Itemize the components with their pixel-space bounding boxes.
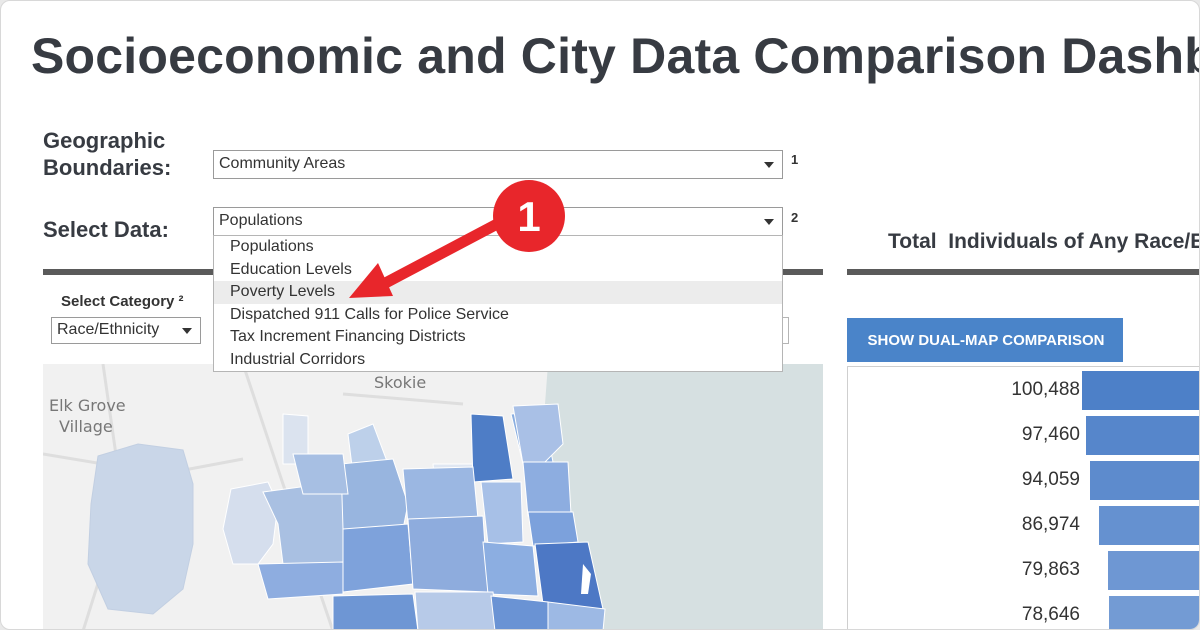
- bar[interactable]: [1109, 596, 1199, 629]
- map-region: [482, 541, 539, 597]
- map-label-village: Village: [59, 417, 113, 436]
- select-data-value: Populations: [219, 212, 303, 229]
- map-region: [522, 461, 572, 517]
- bar[interactable]: [1082, 371, 1199, 410]
- map-region: [490, 595, 549, 629]
- bar-value-label: 79,863: [1021, 559, 1080, 580]
- map-region: [414, 591, 499, 629]
- bar-value-label: 97,460: [1021, 424, 1080, 445]
- bar-value-label: 94,059: [1021, 469, 1080, 490]
- geo-footnote: 1: [791, 152, 799, 167]
- geographic-boundaries-value: Community Areas: [219, 155, 346, 172]
- select-data-option[interactable]: Education Levels: [214, 259, 782, 282]
- select-data-option[interactable]: Industrial Corridors: [214, 349, 782, 372]
- map-label-skokie: Skokie: [374, 373, 426, 392]
- map-region: [340, 458, 409, 530]
- map-region: [480, 481, 524, 545]
- bar[interactable]: [1086, 416, 1199, 455]
- category-value: Race/Ethnicity: [57, 321, 160, 338]
- map-region: [407, 515, 489, 593]
- map-region: [87, 443, 194, 615]
- map-region: [257, 561, 344, 600]
- select-data-option[interactable]: Populations: [214, 236, 782, 259]
- bar[interactable]: [1090, 461, 1199, 500]
- select-data-option[interactable]: Tax Increment Financing Districts: [214, 326, 782, 349]
- geographic-boundaries-select[interactable]: Community Areas: [213, 150, 783, 179]
- bar-value-label: 78,646: [1021, 604, 1080, 625]
- map-region: [470, 413, 514, 483]
- map-region: [527, 511, 579, 547]
- select-data-option[interactable]: Poverty Levels: [214, 281, 782, 304]
- geographic-boundaries-label: Geographic Boundaries:: [43, 128, 172, 180]
- category-select[interactable]: Race/Ethnicity: [51, 317, 201, 344]
- chevron-down-icon: [764, 219, 774, 225]
- bar[interactable]: [1099, 506, 1199, 545]
- bar-value-label: 86,974: [1021, 514, 1080, 535]
- right-divider: [847, 269, 1199, 275]
- show-dual-map-button[interactable]: SHOW DUAL-MAP COMPARISON: [847, 318, 1123, 362]
- map-region: [292, 453, 349, 495]
- data-footnote: 2: [791, 210, 799, 225]
- select-data-options[interactable]: Populations Education Levels Poverty Level…: [213, 235, 783, 372]
- select-data-option[interactable]: Dispatched 911 Calls for Police Service: [214, 304, 782, 327]
- select-category-label: Select Category ²: [61, 293, 184, 310]
- map-region: [342, 523, 414, 593]
- select-data-select[interactable]: Populations: [213, 207, 783, 236]
- chevron-down-icon: [182, 328, 192, 334]
- bar[interactable]: [1108, 551, 1199, 590]
- bar-value-label: 100,488: [1011, 379, 1080, 400]
- panel-title: Total Individuals of Any Race/Ethnicity: [888, 230, 1199, 253]
- map-region: [402, 466, 479, 525]
- map-region: [262, 483, 354, 575]
- chevron-down-icon: [764, 162, 774, 168]
- select-data-label: Select Data:: [43, 217, 169, 242]
- page-title: Socioeconomic and City Data Comparison D…: [31, 28, 1200, 84]
- map-label-elk-grove: Elk Grove: [49, 396, 126, 415]
- map-svg: Skokie Elk Grove Village: [43, 364, 823, 629]
- choropleth-map[interactable]: Skokie Elk Grove Village: [43, 364, 823, 629]
- map-region: [332, 593, 419, 629]
- dashboard-frame: Socioeconomic and City Data Comparison D…: [0, 0, 1200, 630]
- population-bar-chart: 100,488 97,460 94,059 86,974 79,863 78,646: [847, 366, 1199, 629]
